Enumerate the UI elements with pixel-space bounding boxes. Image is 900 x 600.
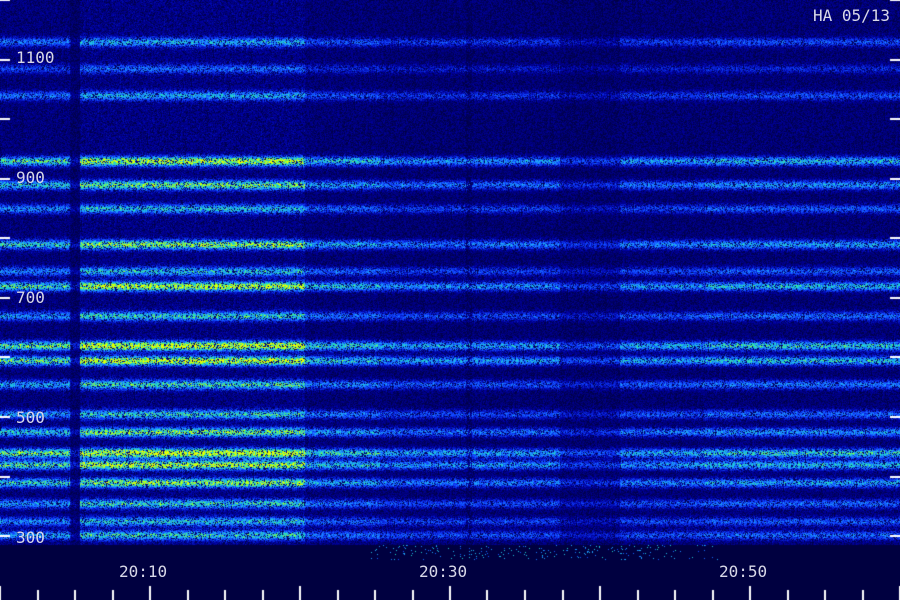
spectrogram-plot	[0, 0, 900, 600]
y-tick-label-1100: 1100	[16, 48, 55, 67]
x-tick-label-2050: 20:50	[719, 562, 768, 581]
y-tick-label-900: 900	[16, 168, 45, 187]
x-tick-label-2010: 20:10	[119, 562, 168, 581]
station-date-label: HA 05/13	[812, 6, 890, 25]
y-tick-label-500: 500	[16, 408, 45, 427]
y-tick-label-700: 700	[16, 288, 45, 307]
y-tick-label-300: 300	[16, 528, 45, 547]
x-tick-label-2030: 20:30	[419, 562, 468, 581]
